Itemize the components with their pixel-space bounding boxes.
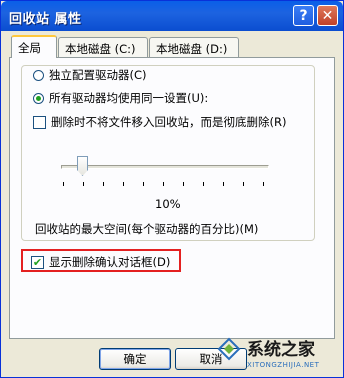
close-icon: ✕ — [321, 7, 334, 24]
title-bar[interactable]: 回收站 属性 ? ✕ — [1, 1, 343, 31]
slider-value: 10% — [155, 197, 181, 211]
slider-tick — [263, 182, 264, 186]
slider-tick — [143, 182, 144, 186]
slider-tick — [203, 182, 204, 186]
watermark-name: 系统之家 — [247, 340, 315, 360]
ok-button[interactable]: 确定 — [99, 348, 171, 370]
slider-tick — [83, 182, 84, 186]
radio-all-same-label: 所有驱动器均使用同一设置(U): — [49, 91, 209, 105]
slider-tick — [183, 182, 184, 186]
confirm-dialog-checkbox[interactable]: ✔ — [31, 255, 44, 269]
slider-tick — [243, 182, 244, 186]
watermark: 系统之家 XITONGZHIJIA.NET — [213, 331, 343, 377]
slider-tick — [163, 182, 164, 186]
close-button[interactable]: ✕ — [317, 5, 338, 26]
slider-track[interactable] — [61, 165, 269, 169]
tab-global[interactable]: 全局 — [11, 35, 57, 58]
delete-permanent-checkbox[interactable] — [33, 115, 46, 129]
slider-tick — [103, 182, 104, 186]
watermark-url: XITONGZHIJIA.NET — [247, 361, 320, 369]
slider-tick — [123, 182, 124, 186]
radio-all-same[interactable] — [33, 92, 44, 104]
tab-drive-c[interactable]: 本地磁盘 (C:) — [58, 37, 148, 57]
window-title: 回收站 属性 — [9, 12, 82, 27]
delete-permanent-label: 删除时不将文件移入回收站，而是彻底删除(R) — [51, 115, 287, 129]
radio-all-same-row[interactable]: 所有驱动器均使用同一设置(U): — [33, 90, 212, 106]
tab-drive-d[interactable]: 本地磁盘 (D:) — [149, 37, 239, 57]
slider-tick — [63, 182, 64, 186]
confirm-dialog-row[interactable]: ✔ 显示删除确认对话框(D) — [31, 254, 170, 270]
watermark-logo-icon — [217, 337, 241, 361]
help-icon: ? — [299, 7, 308, 24]
slider-caption: 回收站的最大空间(每个驱动器的百分比)(M) — [35, 222, 259, 236]
properties-window: 回收站 属性 ? ✕ 全局 本地磁盘 (C:) 本地磁盘 (D:) 独立配置驱动… — [0, 0, 344, 378]
delete-permanent-row[interactable]: 删除时不将文件移入回收站，而是彻底删除(R) — [33, 114, 286, 130]
help-button[interactable]: ? — [293, 5, 314, 26]
confirm-dialog-label: 显示删除确认对话框(D) — [49, 255, 171, 269]
slider-tick — [223, 182, 224, 186]
